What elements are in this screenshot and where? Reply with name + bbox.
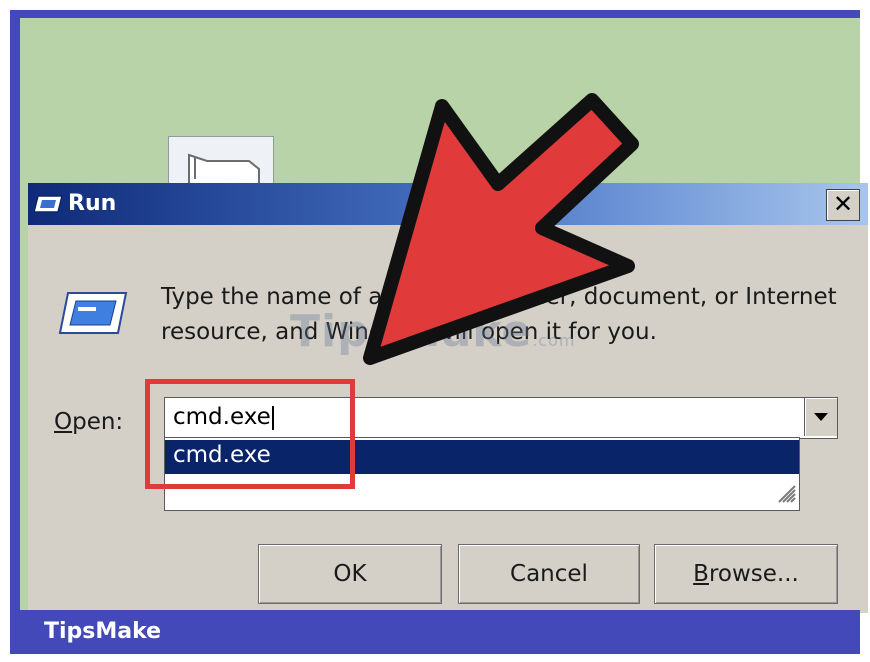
brand-bar: TipsMake (10, 610, 860, 654)
resize-grip-icon[interactable] (773, 480, 797, 508)
highlight-box (145, 379, 355, 489)
browse-accelerator: B (693, 561, 709, 587)
browse-button[interactable]: Browse... (654, 544, 838, 604)
open-label-accelerator: O (54, 409, 73, 435)
pointer-arrow-icon (363, 93, 639, 365)
run-program-icon (58, 291, 128, 339)
close-icon: ✕ (832, 190, 854, 218)
run-program-icon (33, 194, 64, 218)
open-label-text: pen: (72, 409, 124, 435)
dialog-title: Run (68, 191, 117, 216)
dropdown-toggle-button[interactable] (804, 398, 837, 436)
close-button[interactable]: ✕ (826, 189, 860, 221)
browse-label: rowse... (708, 561, 799, 587)
cancel-button[interactable]: Cancel (458, 544, 640, 604)
brand-label: TipsMake (44, 619, 162, 644)
open-label: Open: (54, 409, 123, 435)
ok-button[interactable]: OK (258, 544, 442, 604)
chevron-down-icon (814, 413, 828, 421)
